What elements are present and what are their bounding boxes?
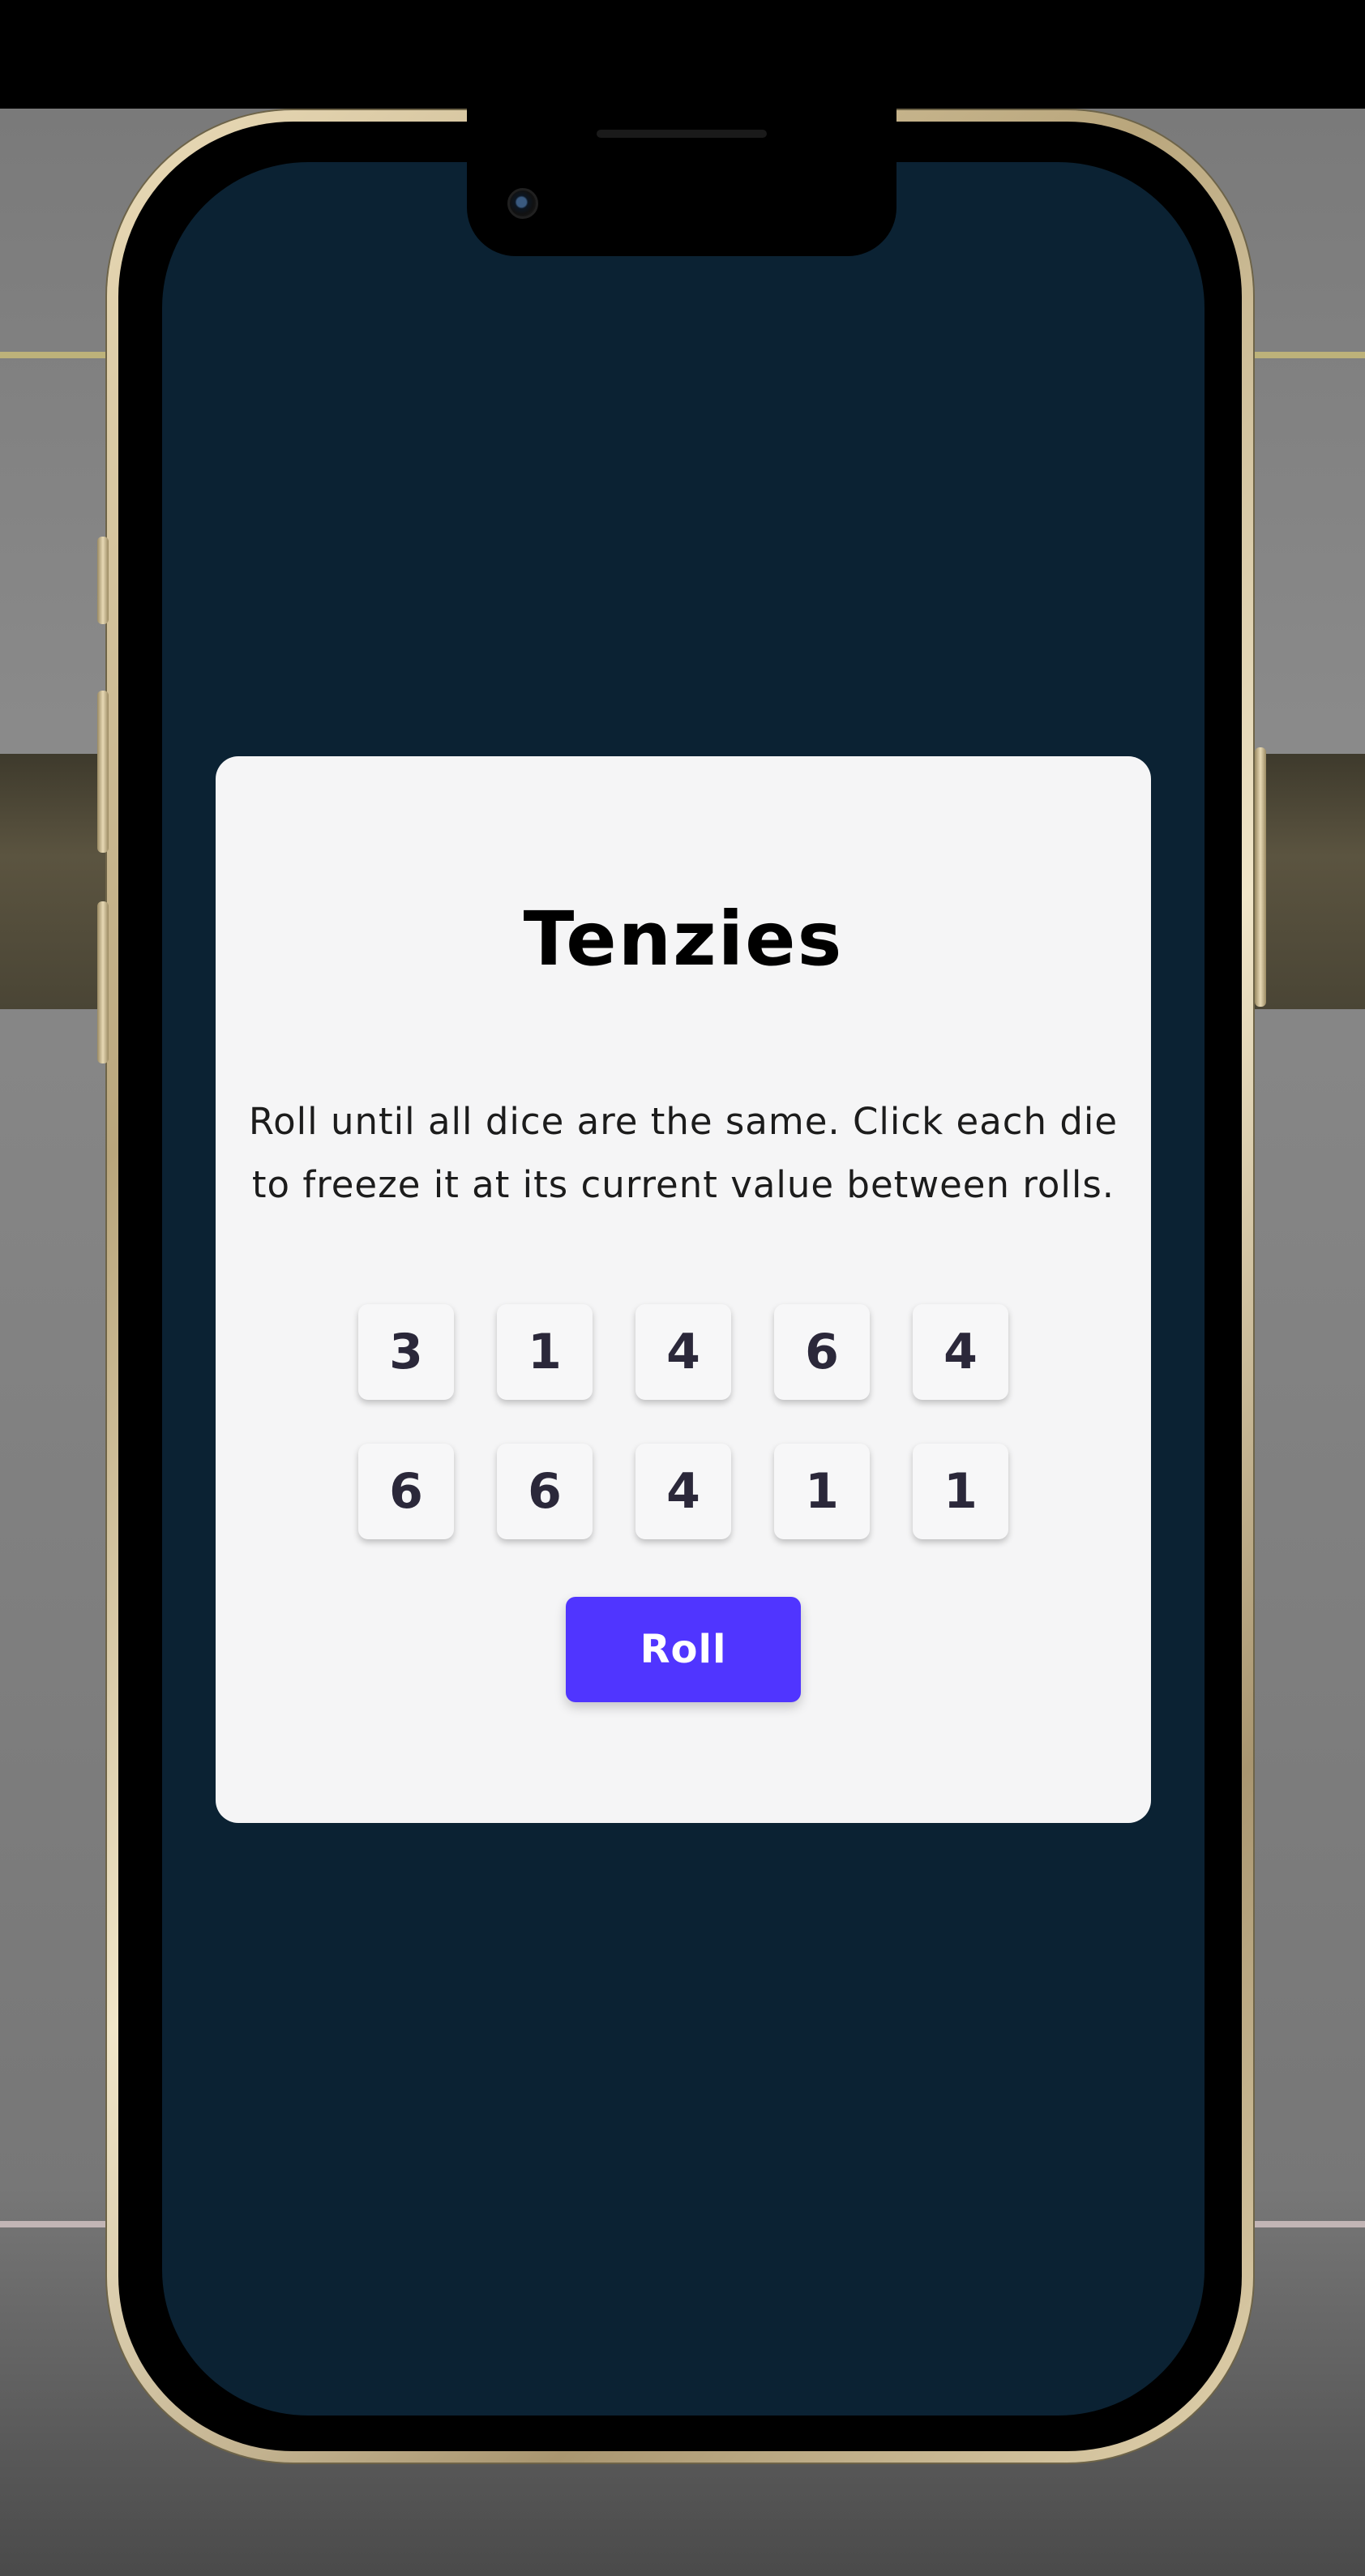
die[interactable]: 3	[358, 1304, 454, 1400]
die[interactable]: 6	[497, 1444, 593, 1539]
game-title: Tenzies	[523, 896, 844, 982]
action-button	[97, 537, 109, 624]
die[interactable]: 6	[774, 1304, 870, 1400]
volume-down-button	[97, 901, 109, 1063]
game-card: Tenzies Roll until all dice are the same…	[216, 756, 1151, 1823]
die[interactable]: 4	[635, 1304, 731, 1400]
die[interactable]: 4	[635, 1444, 731, 1539]
die[interactable]: 6	[358, 1444, 454, 1539]
roll-button[interactable]: Roll	[566, 1597, 801, 1702]
front-camera-icon	[507, 188, 538, 219]
volume-up-button	[97, 691, 109, 853]
die[interactable]: 1	[497, 1304, 593, 1400]
dice-grid: 3 1 4 6 4 6 6 4 1 1	[356, 1304, 1011, 1539]
die[interactable]: 4	[913, 1304, 1008, 1400]
earpiece-speaker	[597, 130, 767, 138]
die[interactable]: 1	[774, 1444, 870, 1539]
die[interactable]: 1	[913, 1444, 1008, 1539]
power-button	[1255, 747, 1266, 1007]
game-instructions: Roll until all dice are the same. Click …	[248, 1100, 1119, 1206]
